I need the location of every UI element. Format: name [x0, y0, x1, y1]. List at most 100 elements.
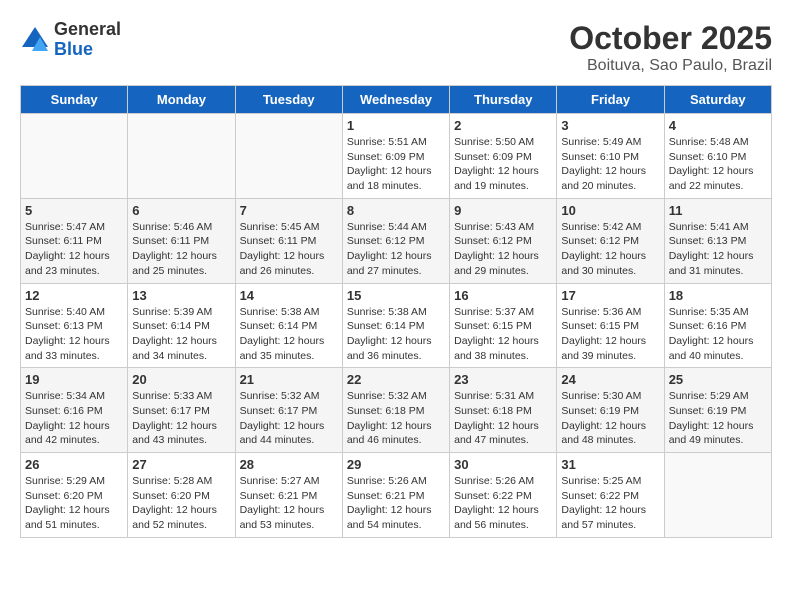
calendar-day-cell: 17 Sunrise: 5:36 AM Sunset: 6:15 PM Dayli…	[557, 283, 664, 368]
calendar-day-cell: 26 Sunrise: 5:29 AM Sunset: 6:20 PM Dayli…	[21, 453, 128, 538]
logo-general: General	[54, 20, 121, 40]
day-number: 4	[669, 118, 767, 133]
calendar-day-cell: 22 Sunrise: 5:32 AM Sunset: 6:18 PM Dayli…	[342, 368, 449, 453]
day-of-week-header: Friday	[557, 86, 664, 114]
day-number: 6	[132, 203, 230, 218]
day-number: 10	[561, 203, 659, 218]
calendar-day-cell: 3Sunrise: 5:49 AM Sunset: 6:10 PM Daylig…	[557, 114, 664, 199]
calendar-day-cell: 24Sunrise: 5:30 AM Sunset: 6:19 PM Dayli…	[557, 368, 664, 453]
day-info: Sunrise: 5:29 AM Sunset: 6:20 PM Dayligh…	[25, 474, 123, 533]
day-number: 31	[561, 457, 659, 472]
calendar-day-cell: 21 Sunrise: 5:32 AM Sunset: 6:17 PM Dayli…	[235, 368, 342, 453]
day-number: 12	[25, 288, 123, 303]
day-number: 17	[561, 288, 659, 303]
calendar-week-row: 12 Sunrise: 5:40 AM Sunset: 6:13 PM Dayli…	[21, 283, 772, 368]
day-of-week-header: Wednesday	[342, 86, 449, 114]
calendar-day-cell: 27 Sunrise: 5:28 AM Sunset: 6:20 PM Dayli…	[128, 453, 235, 538]
day-info: Sunrise: 5:42 AM Sunset: 6:12 PM Dayligh…	[561, 220, 659, 279]
day-of-week-header: Sunday	[21, 86, 128, 114]
calendar-day-cell: 20 Sunrise: 5:33 AM Sunset: 6:17 PM Dayli…	[128, 368, 235, 453]
day-number: 5	[25, 203, 123, 218]
day-number: 22	[347, 372, 445, 387]
calendar-day-cell: 9 Sunrise: 5:43 AM Sunset: 6:12 PM Daylig…	[450, 198, 557, 283]
day-info: Sunrise: 5:28 AM Sunset: 6:20 PM Dayligh…	[132, 474, 230, 533]
day-number: 1	[347, 118, 445, 133]
day-info: Sunrise: 5:26 AM Sunset: 6:21 PM Dayligh…	[347, 474, 445, 533]
day-number: 25	[669, 372, 767, 387]
day-number: 13	[132, 288, 230, 303]
day-number: 19	[25, 372, 123, 387]
day-info: Sunrise: 5:36 AM Sunset: 6:15 PM Dayligh…	[561, 305, 659, 364]
calendar-day-cell: 15Sunrise: 5:38 AM Sunset: 6:14 PM Dayli…	[342, 283, 449, 368]
day-info: Sunrise: 5:32 AM Sunset: 6:18 PM Dayligh…	[347, 389, 445, 448]
day-number: 9	[454, 203, 552, 218]
calendar-day-cell	[664, 453, 771, 538]
logo-blue: Blue	[54, 40, 121, 60]
day-of-week-header: Tuesday	[235, 86, 342, 114]
day-info: Sunrise: 5:47 AM Sunset: 6:11 PM Dayligh…	[25, 220, 123, 279]
calendar-day-cell: 7Sunrise: 5:45 AM Sunset: 6:11 PM Daylig…	[235, 198, 342, 283]
calendar-day-cell: 14 Sunrise: 5:38 AM Sunset: 6:14 PM Dayli…	[235, 283, 342, 368]
day-info: Sunrise: 5:27 AM Sunset: 6:21 PM Dayligh…	[240, 474, 338, 533]
calendar-day-cell: 18 Sunrise: 5:35 AM Sunset: 6:16 PM Dayli…	[664, 283, 771, 368]
day-info: Sunrise: 5:51 AM Sunset: 6:09 PM Dayligh…	[347, 135, 445, 194]
day-number: 11	[669, 203, 767, 218]
day-number: 20	[132, 372, 230, 387]
calendar-day-cell: 28 Sunrise: 5:27 AM Sunset: 6:21 PM Dayli…	[235, 453, 342, 538]
calendar-day-cell: 25Sunrise: 5:29 AM Sunset: 6:19 PM Dayli…	[664, 368, 771, 453]
day-info: Sunrise: 5:48 AM Sunset: 6:10 PM Dayligh…	[669, 135, 767, 194]
day-info: Sunrise: 5:38 AM Sunset: 6:14 PM Dayligh…	[240, 305, 338, 364]
calendar-day-cell: 2Sunrise: 5:50 AM Sunset: 6:09 PM Daylig…	[450, 114, 557, 199]
day-info: Sunrise: 5:44 AM Sunset: 6:12 PM Dayligh…	[347, 220, 445, 279]
month-title: October 2025	[569, 20, 772, 57]
calendar: SundayMondayTuesdayWednesdayThursdayFrid…	[20, 85, 772, 538]
day-number: 14	[240, 288, 338, 303]
logo-icon	[20, 25, 50, 55]
calendar-day-cell: 12 Sunrise: 5:40 AM Sunset: 6:13 PM Dayli…	[21, 283, 128, 368]
day-info: Sunrise: 5:39 AM Sunset: 6:14 PM Dayligh…	[132, 305, 230, 364]
day-info: Sunrise: 5:35 AM Sunset: 6:16 PM Dayligh…	[669, 305, 767, 364]
day-number: 26	[25, 457, 123, 472]
calendar-day-cell: 6 Sunrise: 5:46 AM Sunset: 6:11 PM Daylig…	[128, 198, 235, 283]
calendar-day-cell: 19 Sunrise: 5:34 AM Sunset: 6:16 PM Dayli…	[21, 368, 128, 453]
day-number: 18	[669, 288, 767, 303]
calendar-week-row: 19 Sunrise: 5:34 AM Sunset: 6:16 PM Dayli…	[21, 368, 772, 453]
logo: General Blue	[20, 20, 121, 60]
day-number: 21	[240, 372, 338, 387]
calendar-day-cell	[235, 114, 342, 199]
day-info: Sunrise: 5:49 AM Sunset: 6:10 PM Dayligh…	[561, 135, 659, 194]
calendar-day-cell: 23 Sunrise: 5:31 AM Sunset: 6:18 PM Dayli…	[450, 368, 557, 453]
day-info: Sunrise: 5:46 AM Sunset: 6:11 PM Dayligh…	[132, 220, 230, 279]
day-info: Sunrise: 5:33 AM Sunset: 6:17 PM Dayligh…	[132, 389, 230, 448]
day-info: Sunrise: 5:31 AM Sunset: 6:18 PM Dayligh…	[454, 389, 552, 448]
calendar-day-cell: 16Sunrise: 5:37 AM Sunset: 6:15 PM Dayli…	[450, 283, 557, 368]
calendar-day-cell: 4 Sunrise: 5:48 AM Sunset: 6:10 PM Daylig…	[664, 114, 771, 199]
day-number: 7	[240, 203, 338, 218]
calendar-day-cell: 10 Sunrise: 5:42 AM Sunset: 6:12 PM Dayli…	[557, 198, 664, 283]
calendar-day-cell: 5 Sunrise: 5:47 AM Sunset: 6:11 PM Daylig…	[21, 198, 128, 283]
day-info: Sunrise: 5:34 AM Sunset: 6:16 PM Dayligh…	[25, 389, 123, 448]
calendar-day-cell: 13 Sunrise: 5:39 AM Sunset: 6:14 PM Dayli…	[128, 283, 235, 368]
day-info: Sunrise: 5:32 AM Sunset: 6:17 PM Dayligh…	[240, 389, 338, 448]
day-number: 2	[454, 118, 552, 133]
calendar-day-cell: 30 Sunrise: 5:26 AM Sunset: 6:22 PM Dayli…	[450, 453, 557, 538]
calendar-header-row: SundayMondayTuesdayWednesdayThursdayFrid…	[21, 86, 772, 114]
calendar-day-cell: 31 Sunrise: 5:25 AM Sunset: 6:22 PM Dayli…	[557, 453, 664, 538]
day-of-week-header: Thursday	[450, 86, 557, 114]
day-info: Sunrise: 5:37 AM Sunset: 6:15 PM Dayligh…	[454, 305, 552, 364]
day-number: 30	[454, 457, 552, 472]
day-info: Sunrise: 5:40 AM Sunset: 6:13 PM Dayligh…	[25, 305, 123, 364]
day-of-week-header: Saturday	[664, 86, 771, 114]
calendar-day-cell	[21, 114, 128, 199]
calendar-week-row: 1 Sunrise: 5:51 AM Sunset: 6:09 PM Daylig…	[21, 114, 772, 199]
day-number: 28	[240, 457, 338, 472]
day-info: Sunrise: 5:25 AM Sunset: 6:22 PM Dayligh…	[561, 474, 659, 533]
day-info: Sunrise: 5:30 AM Sunset: 6:19 PM Dayligh…	[561, 389, 659, 448]
calendar-week-row: 5 Sunrise: 5:47 AM Sunset: 6:11 PM Daylig…	[21, 198, 772, 283]
day-number: 27	[132, 457, 230, 472]
day-info: Sunrise: 5:26 AM Sunset: 6:22 PM Dayligh…	[454, 474, 552, 533]
day-number: 23	[454, 372, 552, 387]
day-number: 29	[347, 457, 445, 472]
day-info: Sunrise: 5:43 AM Sunset: 6:12 PM Dayligh…	[454, 220, 552, 279]
logo-text: General Blue	[54, 20, 121, 60]
